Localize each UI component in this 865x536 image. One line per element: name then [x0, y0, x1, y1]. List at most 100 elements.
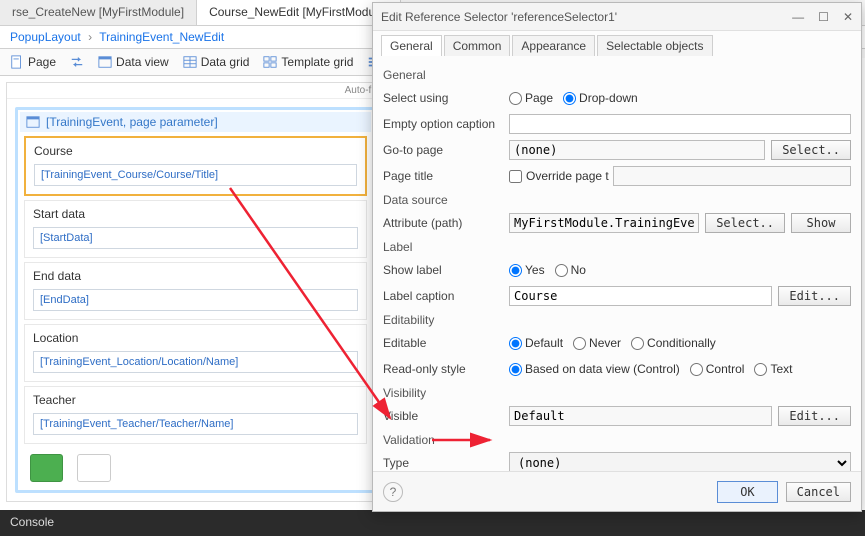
field-location[interactable]: Location [TrainingEvent_Location/Locatio… [24, 324, 367, 382]
btn-goto-select[interactable]: Select.. [771, 140, 851, 160]
radio-showlabel-yes[interactable]: Yes [509, 263, 545, 277]
autofill-hint: Auto-fill [7, 83, 384, 99]
tb-page-label: Page [28, 55, 56, 69]
lbl-show-label: Show label [383, 263, 503, 277]
radio-ro-based[interactable]: Based on data view (Control) [509, 362, 680, 376]
tb-page[interactable]: Page [4, 52, 62, 72]
input-label-caption[interactable] [509, 286, 772, 306]
section-datasource: Data source [383, 190, 851, 209]
dialog-body: General Select using Page Drop-down Empt… [373, 59, 861, 471]
tab-course-createnew[interactable]: rse_CreateNew [MyFirstModule] [0, 0, 197, 25]
radio-yes-label: Yes [525, 263, 545, 277]
radio-dropdown[interactable]: Drop-down [563, 91, 638, 105]
breadcrumb-popuplayout[interactable]: PopupLayout [10, 30, 81, 44]
tb-dataview[interactable]: Data view [92, 52, 175, 72]
arrow-exchange-icon [70, 55, 84, 69]
tb-arrow[interactable] [64, 52, 90, 72]
lbl-readonly-style: Read-only style [383, 362, 503, 376]
radio-page[interactable]: Page [509, 91, 553, 105]
radio-ro-control-label: Control [706, 362, 745, 376]
cancel-button-form[interactable] [77, 454, 110, 482]
field-teacher-value: [TrainingEvent_Teacher/Teacher/Name] [33, 413, 358, 435]
datagrid-icon [183, 55, 197, 69]
field-course-value: [TrainingEvent_Course/Course/Title] [34, 164, 357, 186]
tab-general[interactable]: General [381, 35, 442, 56]
lbl-page-title: Page title [383, 169, 503, 183]
field-teacher[interactable]: Teacher [TrainingEvent_Teacher/Teacher/N… [24, 386, 367, 444]
tab-common[interactable]: Common [444, 35, 511, 56]
radio-no-label: No [571, 263, 586, 277]
select-validation-type[interactable]: (none) [509, 452, 851, 471]
field-location-value: [TrainingEvent_Location/Location/Name] [33, 351, 358, 373]
input-attr-path[interactable] [509, 213, 699, 233]
section-label: Label [383, 237, 851, 256]
dialog-titlebar[interactable]: Edit Reference Selector 'referenceSelect… [373, 3, 861, 31]
console-panel[interactable]: Console [0, 510, 865, 536]
radio-showlabel-no[interactable]: No [555, 263, 586, 277]
tb-templategrid[interactable]: Template grid [257, 52, 359, 72]
lbl-goto-page: Go-to page [383, 143, 503, 157]
btn-labelcap-edit[interactable]: Edit... [778, 286, 851, 306]
data-view-header: [TrainingEvent, page parameter] [20, 112, 371, 132]
ok-button[interactable]: OK [717, 481, 777, 503]
edit-refselector-dialog: Edit Reference Selector 'referenceSelect… [372, 2, 862, 512]
btn-attr-show[interactable]: Show [791, 213, 851, 233]
section-general: General [383, 65, 851, 84]
radio-ro-text[interactable]: Text [754, 362, 792, 376]
page-canvas[interactable]: Auto-fill [TrainingEvent, page parameter… [6, 82, 385, 502]
field-start-label: Start data [25, 201, 366, 223]
help-icon[interactable]: ? [383, 482, 403, 502]
data-view[interactable]: [TrainingEvent, page parameter] Course [… [15, 107, 376, 493]
lbl-type: Type [383, 456, 503, 470]
chevron-right-icon: › [84, 30, 96, 44]
radio-ro-control[interactable]: Control [690, 362, 745, 376]
radio-edit-never-label: Never [589, 336, 621, 350]
dataview-icon [98, 55, 112, 69]
breadcrumb-trainingevent[interactable]: TrainingEvent_NewEdit [99, 30, 224, 44]
lbl-select-using: Select using [383, 91, 503, 105]
save-button[interactable] [30, 454, 63, 482]
field-teacher-label: Teacher [25, 387, 366, 409]
radio-edit-cond-label: Conditionally [647, 336, 716, 350]
field-end[interactable]: End data [EndData] [24, 262, 367, 320]
dialog-footer: ? OK Cancel [373, 471, 861, 511]
tb-dataview-label: Data view [116, 55, 169, 69]
input-empty-caption[interactable] [509, 114, 851, 134]
close-icon[interactable]: ✕ [843, 10, 853, 24]
dataview-icon [26, 115, 40, 129]
minimize-icon[interactable]: — [792, 10, 804, 24]
templategrid-icon [263, 55, 277, 69]
maximize-icon[interactable]: ☐ [818, 10, 829, 24]
chk-override-title[interactable] [509, 170, 522, 183]
tab-selectable-objects[interactable]: Selectable objects [597, 35, 712, 56]
field-start[interactable]: Start data [StartData] [24, 200, 367, 258]
input-page-title[interactable] [613, 166, 851, 186]
radio-ro-text-label: Text [770, 362, 792, 376]
tab-appearance[interactable]: Appearance [512, 35, 595, 56]
chk-override-label: Override page t [526, 169, 609, 183]
tab-course-newedit[interactable]: Course_NewEdit [MyFirstModule] [197, 0, 401, 25]
section-editability: Editability [383, 310, 851, 329]
field-location-label: Location [25, 325, 366, 347]
radio-edit-default[interactable]: Default [509, 336, 563, 350]
dialog-title: Edit Reference Selector 'referenceSelect… [381, 10, 617, 24]
lbl-editable: Editable [383, 336, 503, 350]
cancel-button[interactable]: Cancel [786, 482, 851, 502]
radio-edit-never[interactable]: Never [573, 336, 621, 350]
tb-datagrid[interactable]: Data grid [177, 52, 256, 72]
lbl-visible: Visible [383, 409, 503, 423]
radio-page-label: Page [525, 91, 553, 105]
field-course-label: Course [26, 138, 365, 160]
input-goto-page[interactable] [509, 140, 765, 160]
input-visible[interactable] [509, 406, 772, 426]
btn-attr-select[interactable]: Select.. [705, 213, 785, 233]
field-end-value: [EndData] [33, 289, 358, 311]
radio-edit-cond[interactable]: Conditionally [631, 336, 716, 350]
lbl-attr-path: Attribute (path) [383, 216, 503, 230]
page-icon [10, 55, 24, 69]
btn-visible-edit[interactable]: Edit... [778, 406, 851, 426]
lbl-empty-caption: Empty option caption [383, 117, 503, 131]
field-course[interactable]: Course [TrainingEvent_Course/Course/Titl… [24, 136, 367, 196]
section-visibility: Visibility [383, 383, 851, 402]
radio-dropdown-label: Drop-down [579, 91, 638, 105]
